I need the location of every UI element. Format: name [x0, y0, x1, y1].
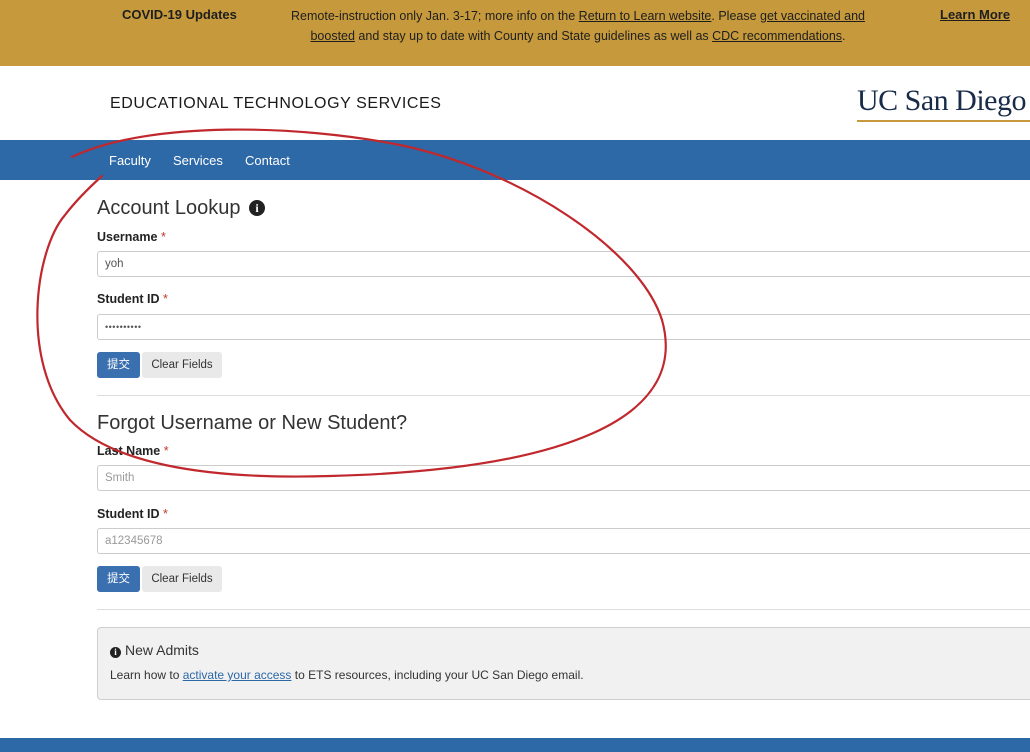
learn-more-link[interactable]: Learn More [940, 7, 1010, 22]
label-text: Username [97, 230, 158, 244]
banner-text: . Please [711, 9, 761, 23]
label-text: Student ID [97, 292, 160, 306]
forgot-student-id-input[interactable]: a12345678 [97, 528, 1030, 554]
new-admits-alert: i New Admits Learn how to activate your a… [97, 627, 1030, 700]
banner-text: . [842, 29, 846, 43]
required-mark: * [160, 230, 166, 244]
cdc-recommendations-link[interactable]: CDC recommendations [712, 29, 842, 43]
account-lookup-heading: Account Lookup i [97, 197, 265, 220]
required-mark: * [162, 507, 168, 521]
section-divider [97, 395, 1030, 396]
forgot-clear-button[interactable]: Clear Fields [142, 566, 222, 592]
label-text: Student ID [97, 507, 160, 521]
account-lookup-clear-button[interactable]: Clear Fields [142, 352, 222, 378]
label-text: Last Name [97, 444, 161, 458]
forgot-submit-button[interactable]: 提交 [97, 566, 140, 592]
banner-text: and stay up to date with County and Stat… [354, 29, 713, 43]
main-nav: Faculty Services Contact [0, 140, 1030, 180]
admits-text-part: Learn how to [110, 668, 183, 682]
last-name-input[interactable]: Smith [97, 465, 1030, 491]
banner-message: Remote-instruction only Jan. 3-17; more … [276, 6, 880, 46]
nav-item-faculty[interactable]: Faculty [109, 153, 151, 168]
banner-text: Remote-instruction only Jan. 3-17; more … [291, 9, 579, 23]
site-title[interactable]: EDUCATIONAL TECHNOLOGY SERVICES [110, 95, 442, 113]
banner-title: COVID-19 Updates [122, 7, 237, 22]
section-divider [97, 609, 1030, 610]
new-admits-text: Learn how to activate your access to ETS… [110, 668, 584, 682]
admits-text-part: to ETS resources, including your UC San … [291, 668, 584, 682]
forgot-username-heading: Forgot Username or New Student? [97, 412, 408, 434]
student-id-label: Student ID * [97, 292, 168, 306]
required-mark: * [162, 292, 168, 306]
nav-item-services[interactable]: Services [173, 153, 223, 168]
uc-san-diego-logo[interactable]: UC San Diego [857, 84, 1027, 118]
new-admits-title: New Admits [125, 642, 199, 658]
last-name-label: Last Name * [97, 444, 169, 458]
site-header: EDUCATIONAL TECHNOLOGY SERVICES UC San D… [0, 66, 1030, 140]
username-input[interactable]: yoh [97, 251, 1030, 277]
new-admits-heading: i New Admits [110, 642, 199, 658]
site-footer [0, 738, 1030, 752]
nav-item-contact[interactable]: Contact [245, 153, 290, 168]
heading-text: Account Lookup [97, 197, 241, 219]
activate-access-link[interactable]: activate your access [183, 668, 292, 682]
required-mark: * [163, 444, 169, 458]
return-to-learn-link[interactable]: Return to Learn website [579, 9, 712, 23]
username-label: Username * [97, 230, 166, 244]
info-circle-icon[interactable]: i [249, 200, 265, 216]
student-id-password-input[interactable]: •••••••••• [97, 314, 1030, 340]
logo-underline [857, 120, 1030, 122]
account-lookup-submit-button[interactable]: 提交 [97, 352, 140, 378]
covid-banner: COVID-19 Updates Remote-instruction only… [0, 0, 1030, 66]
info-circle-icon: i [110, 647, 121, 658]
forgot-student-id-label: Student ID * [97, 507, 168, 521]
